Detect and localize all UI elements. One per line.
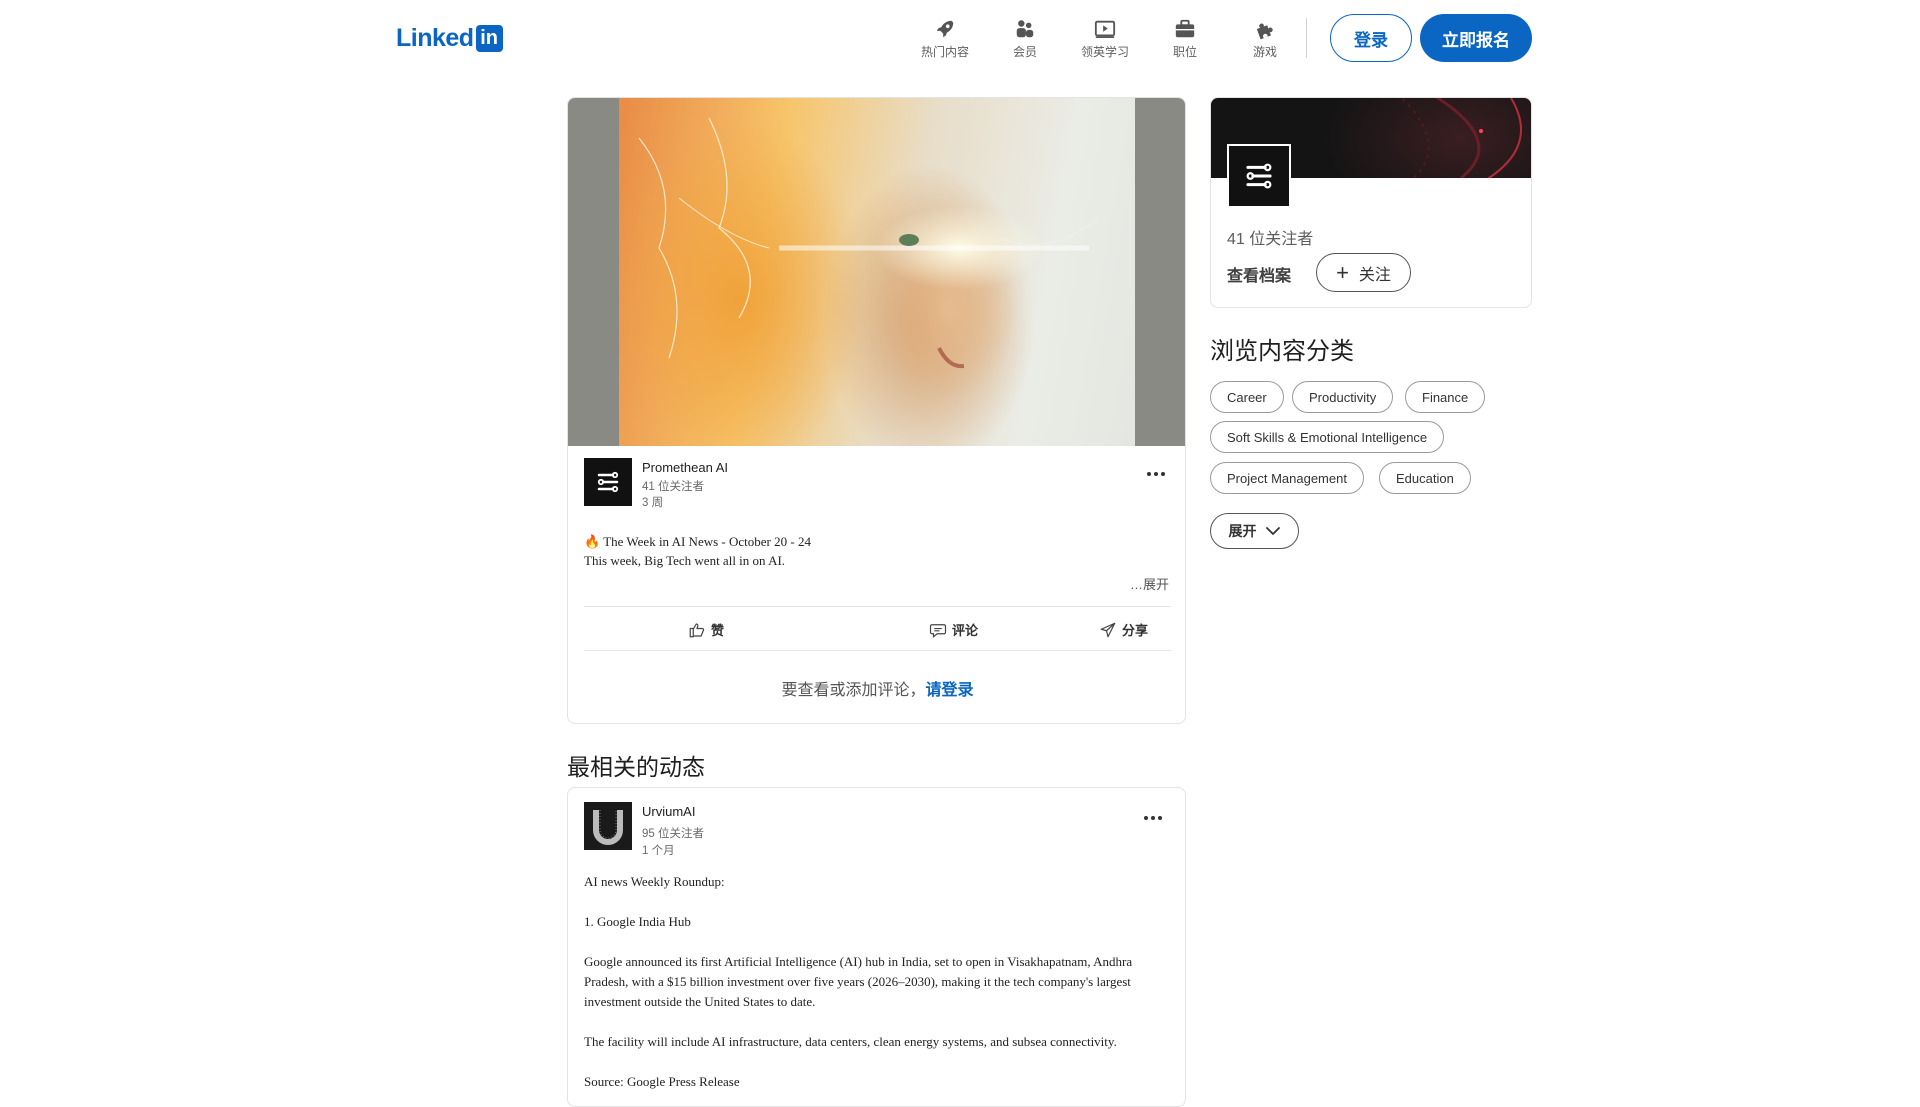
post-image[interactable]: [568, 98, 1185, 446]
nav-label: 职位: [1172, 45, 1197, 59]
send-icon: [1100, 622, 1116, 637]
thumbs-up-icon: [689, 622, 705, 637]
category-chip[interactable]: Soft Skills & Emotional Intelligence: [1210, 421, 1445, 453]
linkedin-logo[interactable]: Linked in: [396, 24, 503, 52]
nav-label: 会员: [1012, 45, 1037, 59]
related-post-card: UrviumAI 95 位关注者 1 个月 AI news Weekly Rou…: [567, 787, 1186, 1107]
more-options-button[interactable]: [1137, 808, 1169, 828]
divider: [584, 650, 1171, 651]
related-post-followers: 95 位关注者: [642, 828, 704, 840]
follow-label: 关注: [1358, 266, 1391, 284]
nav-item-jobs[interactable]: 职位: [1145, 18, 1225, 60]
post-card: Promethean AI 41 位关注者 3 周 🔥 The Week in …: [567, 97, 1186, 724]
related-post-time: 1 个月: [642, 845, 675, 857]
like-label: 赞: [711, 623, 725, 638]
post-actions: 赞 评论 分享: [584, 610, 1171, 650]
nav-item-top-content[interactable]: 热门内容: [905, 18, 985, 60]
plus-icon: +: [1336, 259, 1349, 285]
urvium-logo-icon: [593, 810, 623, 845]
author-avatar[interactable]: [584, 458, 632, 506]
like-button[interactable]: 赞: [688, 620, 724, 639]
top-header: Linked in 热门内容 会员 领英学习 职位 游戏 登录 立即报名: [0, 0, 1920, 76]
comment-button[interactable]: 评论: [929, 620, 978, 639]
profile-followers: 41 位关注者: [1227, 231, 1314, 248]
see-more-link[interactable]: …展开: [1130, 574, 1169, 593]
post-header: Promethean AI 41 位关注者 3 周: [584, 458, 1172, 510]
main-nav: 热门内容 会员 领英学习 职位 游戏: [905, 18, 1305, 60]
people-icon: [1016, 20, 1034, 38]
more-options-button[interactable]: [1140, 464, 1172, 484]
play-video-icon: [1094, 20, 1116, 38]
category-chip[interactable]: Education: [1379, 462, 1471, 494]
dot-icon: [1158, 816, 1162, 820]
dot-icon: [1151, 816, 1155, 820]
share-button[interactable]: 分享: [1099, 620, 1148, 639]
category-chip[interactable]: Project Management: [1210, 462, 1364, 494]
post-author-followers: 41 位关注者: [642, 481, 704, 493]
post-image-portrait: [619, 98, 1135, 446]
dot-icon: [1144, 816, 1148, 820]
dot-icon: [1147, 472, 1151, 476]
company-avatar[interactable]: [1227, 144, 1291, 208]
follow-button[interactable]: + 关注: [1316, 253, 1411, 292]
comment-prompt: 要查看或添加评论，请登录: [568, 676, 1185, 700]
comment-label: 评论: [952, 623, 979, 638]
promethean-logo-icon: [597, 471, 619, 493]
login-button[interactable]: 登录: [1330, 14, 1412, 62]
view-profile-link[interactable]: 查看档案: [1227, 262, 1291, 286]
comment-icon: [929, 623, 947, 638]
post-body-line: This week, Big Tech went all in on AI.: [584, 553, 786, 568]
browse-categories-title: 浏览内容分类: [1210, 338, 1354, 365]
related-post-paragraph: The facility will include AI infrastruct…: [584, 1034, 1117, 1049]
rocket-icon: [936, 20, 954, 38]
puzzle-icon: [1256, 23, 1273, 40]
related-post-paragraph: Source: Google Press Release: [584, 1074, 740, 1089]
related-post-paragraph: Google announced its first Artificial In…: [584, 954, 1133, 1009]
company-profile-card: 41 位关注者 查看档案 + 关注: [1210, 97, 1532, 308]
nav-divider: [1306, 18, 1307, 58]
related-post-paragraph: 1. Google India Hub: [584, 914, 691, 929]
related-posts-title: 最相关的动态: [567, 754, 705, 780]
join-now-button[interactable]: 立即报名: [1420, 14, 1532, 62]
urvium-avatar[interactable]: [584, 802, 632, 850]
nav-item-learning[interactable]: 领英学习: [1065, 18, 1145, 60]
logo-in-box: in: [475, 25, 503, 52]
nav-label: 游戏: [1252, 45, 1277, 59]
nav-item-games[interactable]: 游戏: [1225, 18, 1305, 60]
briefcase-icon: [1175, 19, 1195, 38]
expand-categories-button[interactable]: 展开: [1210, 513, 1299, 549]
post-title-line: 🔥 The Week in AI News - October 20 - 24: [584, 534, 811, 549]
comment-prompt-text: 要查看或添加评论，: [781, 682, 926, 699]
sign-in-link[interactable]: 请登录: [926, 682, 974, 699]
share-label: 分享: [1122, 623, 1149, 638]
nav-item-members[interactable]: 会员: [985, 18, 1065, 60]
expand-label: 展开: [1228, 523, 1257, 539]
category-chip[interactable]: Career: [1210, 381, 1284, 413]
post-author-name[interactable]: Promethean AI: [642, 460, 728, 475]
related-post-paragraph: AI news Weekly Roundup:: [584, 874, 725, 889]
chevron-down-icon: [1265, 527, 1280, 535]
logo-wordmark: Linked: [396, 24, 474, 52]
dot-icon: [1154, 472, 1158, 476]
nav-label: 热门内容: [920, 45, 969, 59]
related-post-author[interactable]: UrviumAI: [642, 804, 695, 819]
promethean-logo-icon: [1246, 163, 1272, 189]
category-chip[interactable]: Finance: [1405, 381, 1486, 413]
post-time: 3 周: [642, 497, 664, 509]
nav-label: 领英学习: [1080, 45, 1129, 59]
category-chip[interactable]: Productivity: [1292, 381, 1394, 413]
dot-icon: [1161, 472, 1165, 476]
divider: [584, 606, 1171, 607]
